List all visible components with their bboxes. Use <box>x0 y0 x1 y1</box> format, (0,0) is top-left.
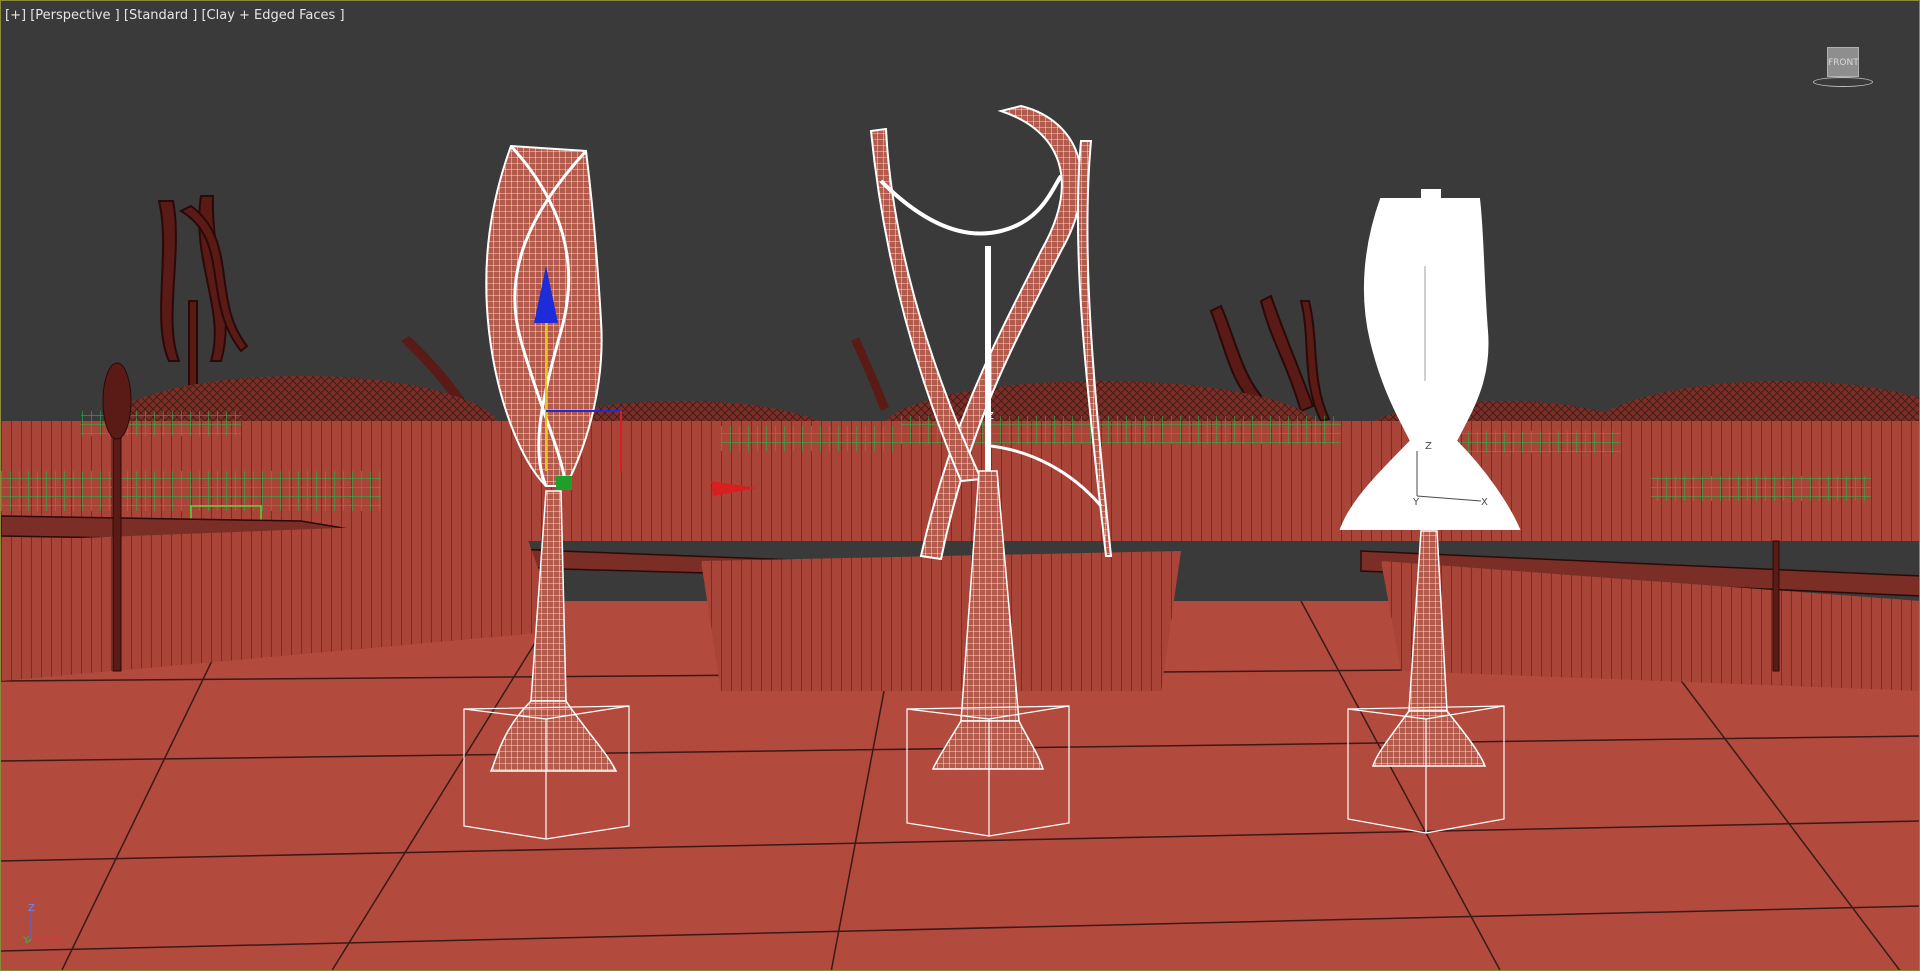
turbine3-y-label: Y <box>1412 497 1420 508</box>
axis-x-label: X <box>55 933 62 944</box>
axis-y-label: Y <box>23 935 30 946</box>
axis-tripod: Z Y X <box>21 903 71 947</box>
perspective-viewport[interactable]: Z Z Y X [+] [Perspective ] [Standard ] [… <box>0 0 1920 971</box>
turbine2-z-label: Z <box>987 411 994 422</box>
3d-scene[interactable]: Z Z Y X <box>1 1 1920 971</box>
viewport-standard-menu[interactable]: [Standard ] <box>124 8 197 23</box>
viewcube[interactable]: FRONT <box>1813 43 1873 91</box>
viewport-label-menu: [+] [Perspective ] [Standard ] [Clay + E… <box>5 8 345 23</box>
axis-z-label: Z <box>28 903 35 914</box>
turbine3-x-label: X <box>1481 497 1488 508</box>
terrace-center <box>701 551 1181 691</box>
gizmo-y-marker <box>556 476 572 490</box>
viewcube-front-face[interactable]: FRONT <box>1827 47 1859 77</box>
viewport-pov-menu[interactable]: [Perspective ] <box>30 8 120 23</box>
viewcube-compass-ring[interactable] <box>1813 77 1873 87</box>
turbine3-z-label: Z <box>1425 441 1432 452</box>
viewport-shading-menu[interactable]: [Clay + Edged Faces ] <box>201 8 344 23</box>
viewport-general-menu[interactable]: [+] <box>5 8 26 23</box>
